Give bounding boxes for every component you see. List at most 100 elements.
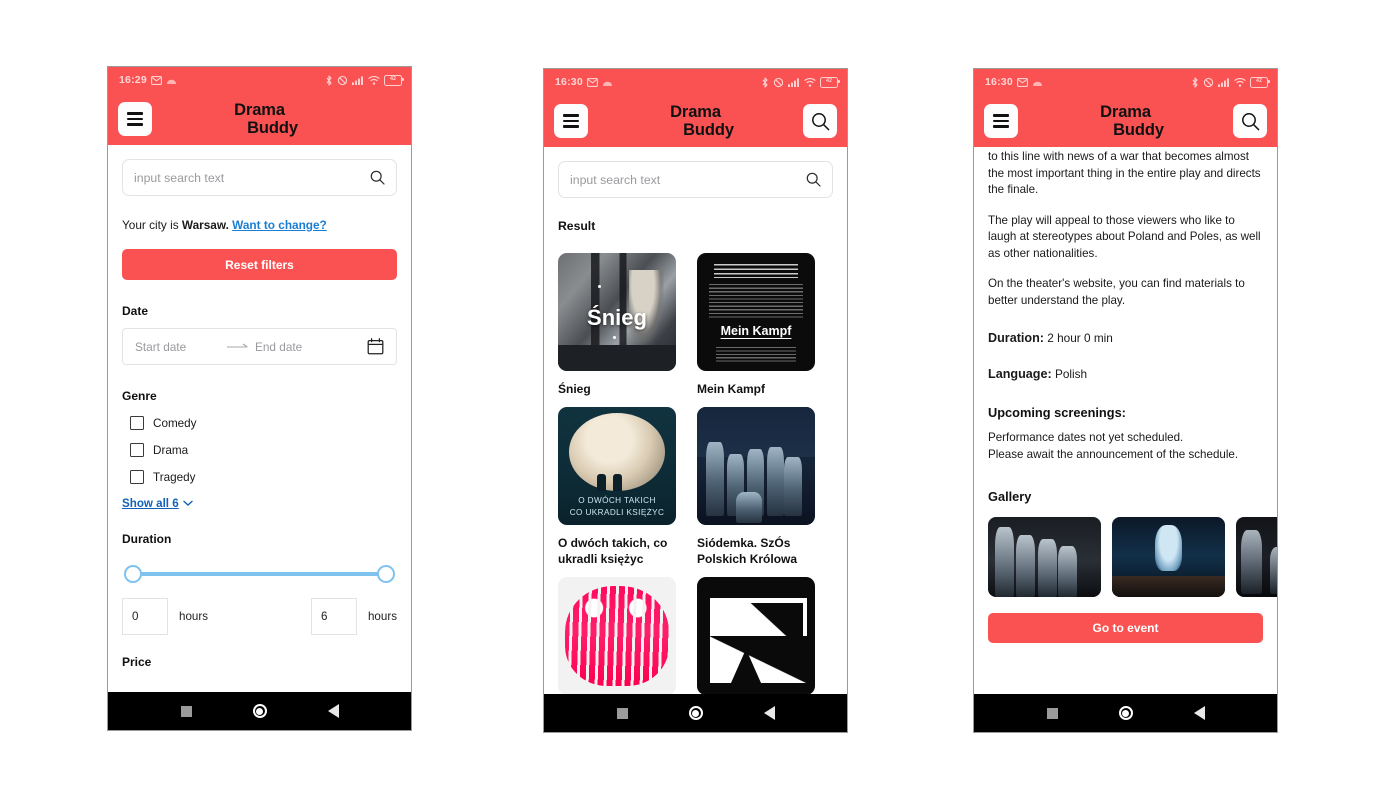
result-card[interactable]: Śnieg Śnieg [558,253,676,397]
mail-icon [1016,77,1028,87]
result-card[interactable] [697,577,815,694]
app-title-line1: Drama [234,101,285,119]
app-title: Drama Buddy [108,101,411,137]
detail-paragraph: On the theater's website, you can find m… [988,277,1245,307]
arch-icon [1032,81,1042,86]
detail-paragraph: to this line with news of a war that bec… [988,150,1261,196]
triangle-back-icon[interactable] [763,706,775,720]
square-icon[interactable] [616,707,628,719]
start-date-field[interactable]: Start date [135,340,221,354]
genre-label: Comedy [153,416,197,430]
triangle-back-icon[interactable] [327,704,339,718]
genre-section-label: Genre [122,389,157,403]
checkbox-icon[interactable] [130,443,144,457]
battery-level: 42 [826,78,832,85]
duration-label: Duration: [988,331,1044,345]
end-date-field[interactable]: End date [255,340,341,354]
wifi-icon [1234,77,1246,87]
city-line: Your city is Warsaw. Want to change? [122,218,397,233]
search-button[interactable] [803,104,837,138]
screenings-line-2: Please await the announcement of the sch… [988,447,1239,461]
checkbox-icon[interactable] [130,470,144,484]
wifi-icon [804,77,816,87]
square-icon[interactable] [1046,707,1058,719]
circle-icon[interactable] [252,704,267,718]
price-section-label: Price [122,655,152,669]
status-right: 42 [1191,76,1270,88]
app-title: Drama Buddy [544,103,847,139]
duration-max-input[interactable]: 6 [310,598,357,635]
slider-knob-min[interactable] [124,565,142,583]
city-name: Warsaw. [181,218,229,232]
screen-detail: 16:30 42 Drama Buddy to this line with n… [974,69,1277,732]
gallery-item[interactable] [1112,517,1225,597]
circle-icon[interactable] [1118,706,1133,720]
mail-icon [150,75,162,85]
screen-filters: 16:29 42 Drama Buddy input search text Y… [108,67,411,730]
status-bar: 16:29 42 [108,67,411,93]
gallery-item[interactable] [1236,517,1277,597]
result-card-title: Śnieg [558,382,591,396]
result-card[interactable] [558,577,676,694]
result-card-title: Siódemka. SzÓs Polskich Królowa [697,536,798,566]
gallery-item[interactable] [988,517,1101,597]
change-city-link[interactable]: Want to change? [232,218,327,232]
search-input[interactable]: input search text [558,161,833,198]
checkbox-icon[interactable] [130,416,144,430]
square-icon[interactable] [180,705,192,717]
wifi-icon [368,75,380,85]
poster-image [697,407,815,525]
screenshot-stage: 16:29 42 Drama Buddy input search text Y… [0,0,1400,805]
result-card[interactable]: Siódemka. SzÓs Polskich Królowa [697,407,815,567]
duration-slider[interactable] [124,564,395,584]
result-card[interactable]: O DWÓCH TAKICH CO UKRADLI KSIĘŻYC O dwóc… [558,407,676,567]
search-icon [806,172,821,187]
detail-content: to this line with news of a war that bec… [974,147,1277,694]
status-left: 16:29 [119,74,177,86]
genre-option-tragedy[interactable]: Tragedy [130,470,411,484]
status-right: 42 [325,74,404,86]
reset-filters-button[interactable]: Reset filters [122,249,397,280]
search-placeholder: input search text [134,170,225,185]
search-input[interactable]: input search text [122,159,397,196]
poster-subtitle-text: CO UKRADLI KSIĘŻYC [569,507,665,517]
triangle-back-icon[interactable] [1193,706,1205,720]
screen-results: 16:30 42 Drama Buddy input search text R… [544,69,847,732]
arrow-right-icon [227,343,248,348]
menu-button[interactable] [118,102,152,136]
genre-label: Tragedy [153,470,196,484]
app-title-line2: Buddy [247,119,298,137]
cellular-icon [1218,77,1229,87]
results-grid: Śnieg Śnieg Mein Kampf Mein Kampf O DWÓC… [558,253,833,694]
cellular-icon [352,75,363,85]
slider-knob-max[interactable] [377,565,395,583]
vibrate-off-icon [337,75,348,85]
arch-icon [166,79,176,84]
poster-image: Śnieg [558,253,676,371]
genre-option-comedy[interactable]: Comedy [130,416,411,430]
bluetooth-icon [326,74,332,86]
menu-button[interactable] [554,104,588,138]
status-right: 42 [761,76,840,88]
date-range-input[interactable]: Start date End date [122,328,397,365]
poster-image: O DWÓCH TAKICH CO UKRADLI KSIĘŻYC [558,407,676,525]
result-card[interactable]: Mein Kampf Mein Kampf [697,253,815,397]
results-content: input search text Result Śnieg Śnieg Mei… [544,147,847,694]
genre-option-drama[interactable]: Drama [130,443,411,457]
gallery-strip[interactable] [988,517,1277,597]
app-title-line2: Buddy [683,121,734,139]
circle-icon[interactable] [688,706,703,720]
show-all-genres-link[interactable]: Show all 6 [122,497,193,510]
calendar-icon[interactable] [367,338,384,355]
app-bar: Drama Buddy [544,95,847,147]
date-section-label: Date [122,304,149,318]
search-icon [1241,112,1259,130]
poster-title-text: Mein Kampf [720,323,792,338]
duration-min-input[interactable]: 0 [122,598,168,635]
status-left: 16:30 [985,76,1043,88]
menu-button[interactable] [984,104,1018,138]
genre-label: Drama [153,443,189,457]
search-button[interactable] [1233,104,1267,138]
go-to-event-button[interactable]: Go to event [988,613,1263,643]
duration-section-label: Duration [122,532,172,546]
